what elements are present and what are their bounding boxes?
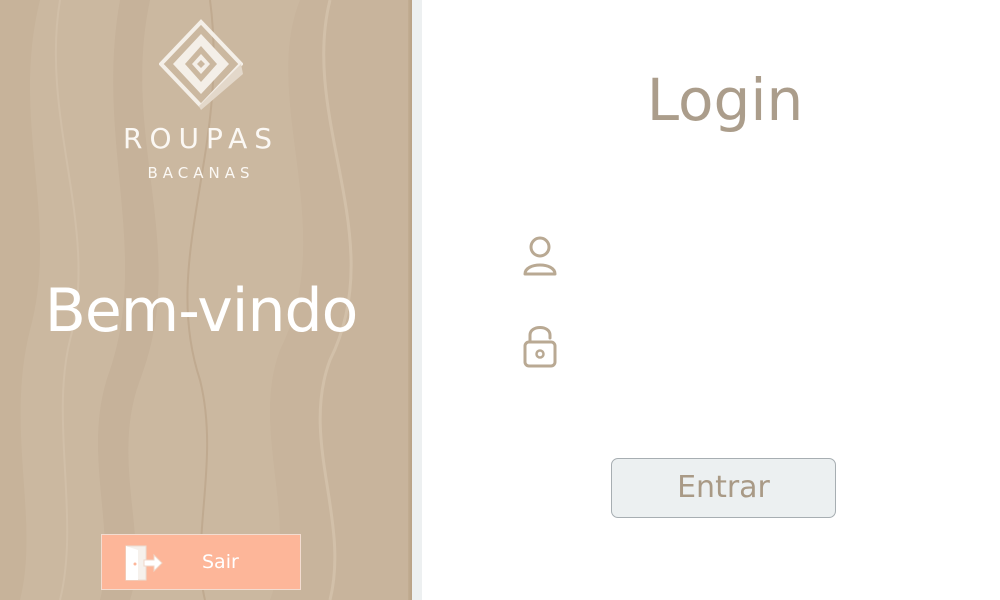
password-row <box>520 322 850 368</box>
exit-door-icon <box>125 545 163 581</box>
username-row <box>520 234 850 280</box>
welcome-panel: ROUPAS BACANAS Bem-vindo Sair <box>0 0 412 600</box>
password-input[interactable] <box>580 328 850 362</box>
brand-name: ROUPAS <box>122 122 279 155</box>
login-title: Login <box>646 66 804 134</box>
brand-subtitle: BACANAS <box>147 164 255 182</box>
enter-button[interactable]: Entrar <box>611 458 836 518</box>
user-icon <box>523 236 557 276</box>
welcome-heading: Bem-vindo <box>44 276 359 346</box>
brand-logo <box>159 19 243 110</box>
panel-divider <box>412 0 422 600</box>
username-input[interactable] <box>580 240 850 274</box>
exit-button[interactable]: Sair <box>101 534 301 590</box>
lock-icon <box>523 326 557 368</box>
exit-button-label: Sair <box>202 551 239 573</box>
